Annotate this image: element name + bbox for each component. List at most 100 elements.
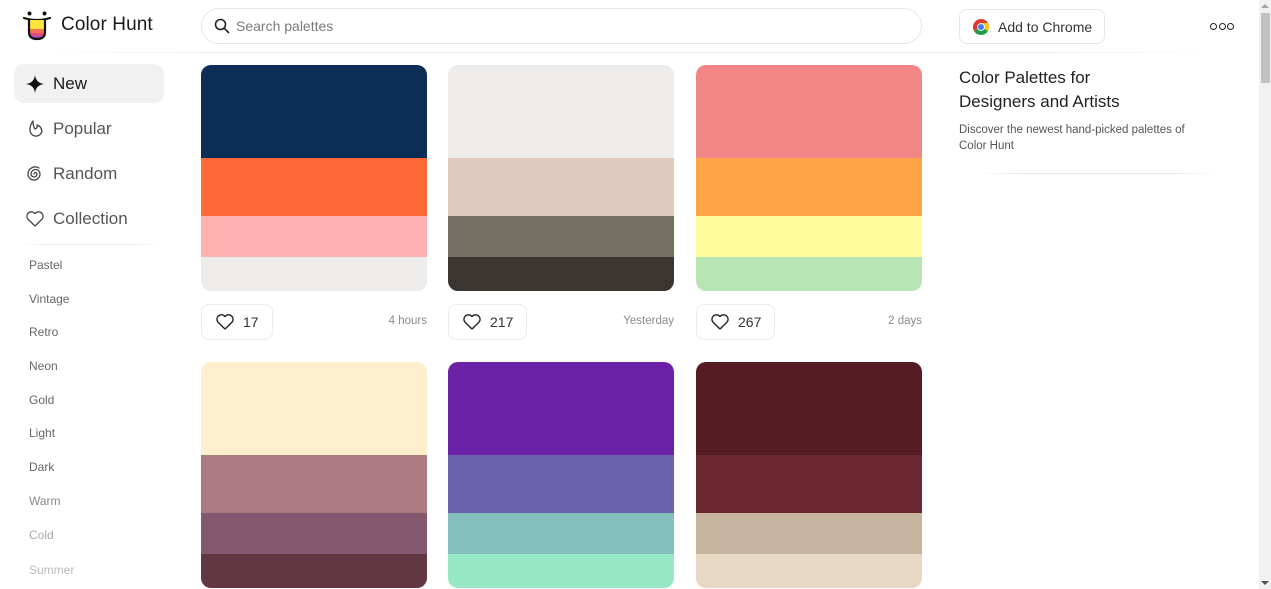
arrow-up-icon: [1261, 4, 1269, 8]
spiral-icon: [25, 164, 45, 184]
color-swatch[interactable]: [696, 362, 922, 455]
color-swatch[interactable]: [201, 513, 427, 554]
color-swatch[interactable]: [696, 455, 922, 513]
palette-footer: 267 2 days: [696, 304, 922, 340]
tag-list: Pastel Vintage Retro Neon Gold Light Dar…: [14, 257, 164, 574]
sidebar-item-label: Popular: [53, 118, 112, 138]
top-header: Color Hunt Add to Chrome: [0, 0, 1257, 53]
search-icon: [214, 18, 230, 34]
tag-link-warm[interactable]: Warm: [29, 493, 164, 527]
color-swatch[interactable]: [201, 216, 427, 257]
search-bar[interactable]: [201, 8, 922, 44]
intro-title: Color Palettes for Designers and Artists: [959, 68, 1120, 111]
palette-card: [696, 362, 922, 588]
color-swatch[interactable]: [448, 257, 674, 291]
arrow-down-icon: [1261, 581, 1269, 585]
color-swatch[interactable]: [448, 65, 674, 158]
logo-link[interactable]: Color Hunt: [21, 9, 153, 41]
palette-swatches[interactable]: [696, 362, 922, 588]
color-swatch[interactable]: [201, 158, 427, 216]
page-scrollbar[interactable]: [1259, 0, 1271, 589]
palette-footer: 217 Yesterday: [448, 304, 674, 340]
palette-card: 267 2 days: [696, 65, 922, 340]
palette-age: Yesterday: [623, 315, 674, 327]
color-swatch[interactable]: [201, 65, 427, 158]
more-dots-icon: [1210, 22, 1217, 30]
palette-age: 4 hours: [388, 315, 427, 327]
palette-swatches[interactable]: [696, 65, 922, 291]
like-count: 217: [490, 314, 514, 330]
heart-icon: [463, 314, 481, 330]
color-swatch[interactable]: [696, 158, 922, 216]
sidebar-item-label: Collection: [53, 208, 128, 228]
color-swatch[interactable]: [448, 455, 674, 513]
intro-divider: [979, 173, 1219, 174]
tag-link-neon[interactable]: Neon: [29, 358, 164, 392]
like-count: 267: [738, 314, 762, 330]
more-menu-button[interactable]: [1210, 19, 1234, 33]
color-swatch[interactable]: [201, 257, 427, 291]
chrome-icon: [972, 18, 990, 35]
color-swatch[interactable]: [201, 362, 427, 455]
intro-panel: Color Palettes for Designers and Artists…: [959, 66, 1219, 174]
like-button[interactable]: 17: [201, 304, 273, 340]
scroll-down-button[interactable]: [1259, 577, 1271, 589]
tag-link-gold[interactable]: Gold: [29, 392, 164, 426]
color-swatch[interactable]: [448, 216, 674, 257]
color-swatch[interactable]: [696, 513, 922, 554]
add-to-chrome-label: Add to Chrome: [998, 18, 1093, 35]
scrollbar-thumb[interactable]: [1261, 13, 1270, 83]
palette-age: 2 days: [888, 315, 922, 327]
palette-card: [201, 362, 427, 588]
tag-link-retro[interactable]: Retro: [29, 324, 164, 358]
add-to-chrome-button[interactable]: Add to Chrome: [959, 9, 1105, 44]
color-swatch[interactable]: [448, 554, 674, 588]
header-divider: [30, 52, 1227, 53]
sidebar-item-label: Random: [53, 163, 118, 183]
tag-link-cold[interactable]: Cold: [29, 527, 164, 561]
palette-swatches[interactable]: [201, 362, 427, 588]
color-swatch[interactable]: [448, 513, 674, 554]
tag-link-dark[interactable]: Dark: [29, 459, 164, 493]
palette-card: 17 4 hours: [201, 65, 427, 340]
more-dots-icon: [1227, 22, 1234, 30]
flame-icon: [25, 119, 45, 139]
like-button[interactable]: 217: [448, 304, 528, 340]
palette-footer: 17 4 hours: [201, 304, 427, 340]
sparkle-icon: [25, 74, 45, 94]
sidebar-item-label: New: [53, 73, 88, 93]
color-swatch[interactable]: [696, 216, 922, 257]
intro-description: Discover the newest hand-picked palettes…: [959, 124, 1185, 152]
scroll-up-button[interactable]: [1259, 0, 1271, 12]
more-dots-icon: [1218, 22, 1226, 30]
tag-link-summer[interactable]: Summer: [29, 560, 164, 574]
tag-link-light[interactable]: Light: [29, 425, 164, 459]
heart-icon: [711, 314, 729, 330]
search-input[interactable]: [236, 18, 876, 34]
app-name: Color Hunt: [61, 14, 153, 35]
palette-card: [448, 362, 674, 588]
palette-swatches[interactable]: [448, 362, 674, 588]
sidebar: New Popular Random Collection Pastel Vin…: [14, 64, 164, 574]
color-swatch[interactable]: [696, 257, 922, 291]
palette-card: 217 Yesterday: [448, 65, 674, 340]
color-swatch[interactable]: [201, 554, 427, 588]
palette-swatches[interactable]: [201, 65, 427, 291]
sidebar-item-popular[interactable]: Popular: [14, 109, 164, 148]
heart-icon: [216, 314, 234, 330]
sidebar-divider: [20, 244, 160, 245]
sidebar-item-random[interactable]: Random: [14, 154, 164, 193]
color-swatch[interactable]: [696, 554, 922, 588]
color-swatch[interactable]: [696, 65, 922, 158]
tag-link-pastel[interactable]: Pastel: [29, 257, 164, 291]
like-button[interactable]: 267: [696, 304, 776, 340]
color-swatch[interactable]: [448, 158, 674, 216]
color-swatch[interactable]: [201, 455, 427, 513]
sidebar-item-collection[interactable]: Collection: [14, 199, 164, 238]
color-swatch[interactable]: [448, 362, 674, 455]
tag-link-vintage[interactable]: Vintage: [29, 291, 164, 325]
like-count: 17: [243, 314, 259, 330]
palette-swatches[interactable]: [448, 65, 674, 291]
sidebar-item-new[interactable]: New: [14, 64, 164, 103]
smiley-tongue-logo-icon: [22, 11, 52, 41]
